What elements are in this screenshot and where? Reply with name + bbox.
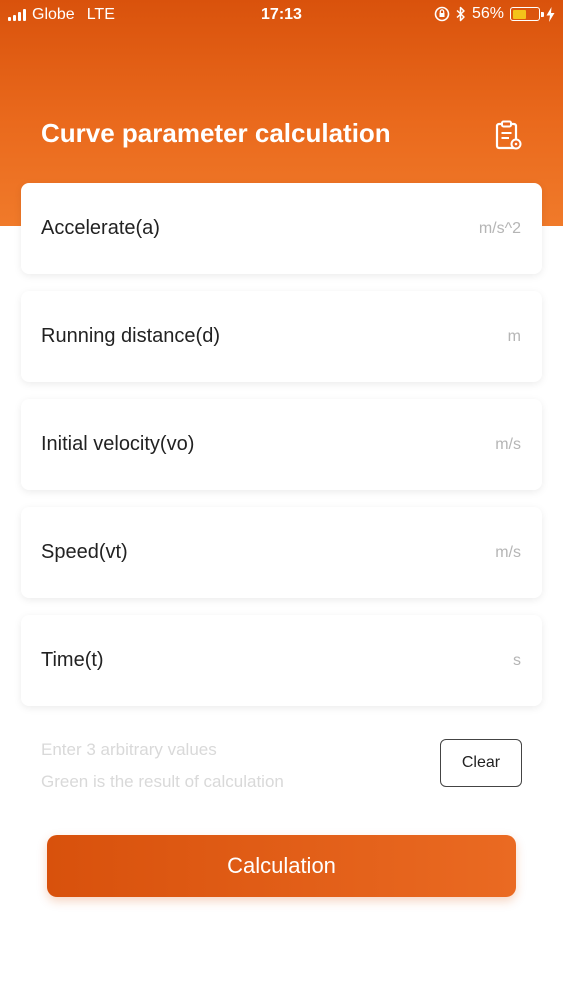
accelerate-field[interactable]: Accelerate(a) m/s^2 <box>21 183 542 274</box>
clear-button[interactable]: Clear <box>440 739 522 787</box>
running-distance-field[interactable]: Running distance(d) m <box>21 291 542 382</box>
field-unit: m <box>507 327 521 345</box>
page-title: Curve parameter calculation <box>41 118 391 148</box>
time-field[interactable]: Time(t) s <box>21 615 542 706</box>
field-label: Accelerate(a) <box>41 217 160 239</box>
battery-percent: 56% <box>471 5 504 22</box>
hint-enter-values: Enter 3 arbitrary values <box>41 740 217 759</box>
field-label: Time(t) <box>41 649 104 671</box>
initial-velocity-field[interactable]: Initial velocity(vo) m/s <box>21 399 542 490</box>
history-button[interactable] <box>494 120 524 152</box>
clipboard-history-icon <box>495 120 522 150</box>
status-right: 56% <box>434 5 555 23</box>
field-label: Running distance(d) <box>41 325 220 347</box>
field-unit: m/s <box>495 435 521 453</box>
hint-green-result: Green is the result of calculation <box>41 772 284 791</box>
speed-field[interactable]: Speed(vt) m/s <box>21 507 542 598</box>
field-unit: m/s <box>495 543 521 561</box>
battery-tip <box>541 12 544 17</box>
field-unit: m/s^2 <box>478 219 521 237</box>
battery-icon <box>510 7 544 21</box>
field-label: Initial velocity(vo) <box>41 433 195 455</box>
battery-fill <box>512 9 526 19</box>
calculation-button[interactable]: Calculation <box>47 835 516 897</box>
orientation-lock-icon <box>434 6 450 22</box>
bluetooth-icon <box>456 6 465 22</box>
field-unit: s <box>513 651 521 669</box>
status-bar: Globe LTE 17:13 56% <box>0 0 563 30</box>
field-label: Speed(vt) <box>41 541 128 563</box>
charging-icon <box>546 6 555 22</box>
